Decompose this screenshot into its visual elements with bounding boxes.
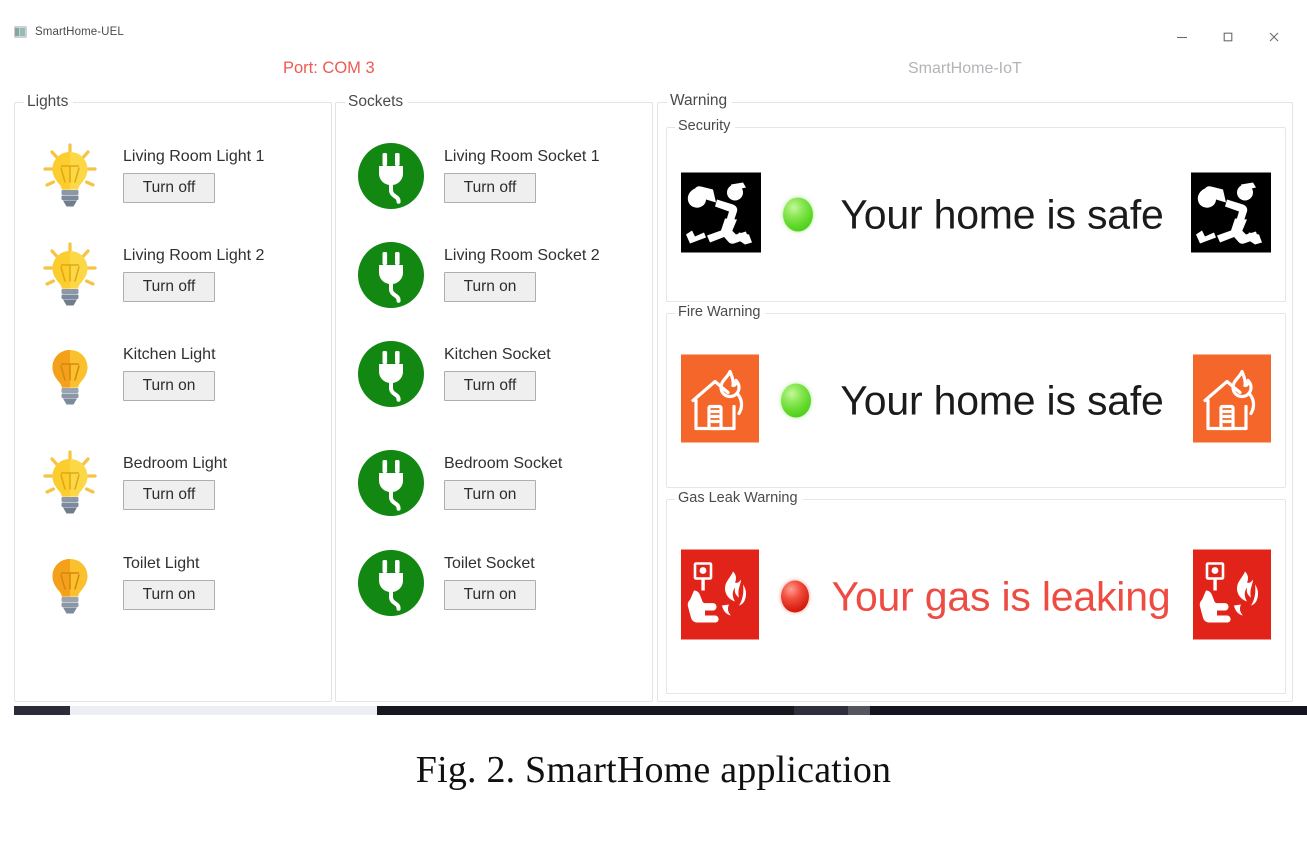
socket-row-living-room-1: Living Room Socket 1 Turn off	[350, 135, 640, 227]
warning-panel-title: Warning	[667, 91, 733, 111]
light-toggle-button[interactable]: Turn off	[123, 480, 215, 510]
socket-toggle-button[interactable]: Turn off	[444, 173, 536, 203]
sockets-panel: Sockets Living Room Socket 1 Turn off Li…	[335, 92, 653, 702]
light-info-bedroom: Bedroom Light Turn off	[111, 442, 227, 510]
security-status-text: Your home is safe	[840, 191, 1164, 238]
light-info-toilet: Toilet Light Turn on	[111, 542, 215, 610]
light-name: Living Room Light 1	[123, 148, 265, 165]
power-plug-icon	[350, 542, 432, 624]
light-row-bedroom: Bedroom Light Turn off	[29, 442, 319, 534]
security-status-led	[783, 197, 813, 232]
close-button[interactable]	[1251, 22, 1297, 52]
warning-panel: Warning Security Your home is safe Fire …	[657, 91, 1293, 702]
window-title: SmartHome-UEL	[35, 26, 124, 38]
security-status-row: Your home is safe	[667, 172, 1285, 257]
light-toggle-button[interactable]: Turn on	[123, 371, 215, 401]
light-row-kitchen: Kitchen Light Turn on	[29, 333, 319, 425]
title-bar-left: SmartHome-UEL	[14, 26, 124, 38]
maximize-button[interactable]	[1205, 22, 1251, 52]
socket-name: Living Room Socket 1	[444, 148, 600, 165]
app-icon	[14, 26, 27, 38]
fire-warning-group: Fire Warning Your home is safe	[666, 303, 1286, 488]
light-row-living-room-1: Living Room Light 1 Turn off	[29, 135, 319, 227]
power-plug-icon	[350, 234, 432, 316]
fire-status-led	[781, 383, 811, 418]
security-group-title: Security	[675, 117, 736, 136]
socket-row-living-room-2: Living Room Socket 2 Turn on	[350, 234, 640, 326]
socket-row-toilet: Toilet Socket Turn on	[350, 542, 640, 634]
socket-row-kitchen: Kitchen Socket Turn off	[350, 333, 640, 425]
lights-panel-title: Lights	[24, 92, 74, 112]
power-plug-icon	[350, 442, 432, 524]
socket-toggle-button[interactable]: Turn off	[444, 371, 536, 401]
security-warning-group: Security Your home is safe	[666, 117, 1286, 302]
socket-row-bedroom: Bedroom Socket Turn on	[350, 442, 640, 534]
socket-toggle-button[interactable]: Turn on	[444, 480, 536, 510]
close-icon	[1268, 31, 1280, 43]
title-bar: SmartHome-UEL	[0, 26, 1307, 54]
light-name: Living Room Light 2	[123, 247, 265, 264]
gas-group-title: Gas Leak Warning	[675, 489, 803, 508]
light-bulb-on-icon	[29, 442, 111, 524]
lights-panel: Lights Living Room Light 1 Turn off Livi…	[14, 92, 332, 702]
light-bulb-on-icon	[29, 234, 111, 316]
socket-name: Bedroom Socket	[444, 455, 563, 472]
light-row-toilet: Toilet Light Turn on	[29, 542, 319, 634]
socket-info-toilet: Toilet Socket Turn on	[432, 542, 536, 610]
light-toggle-button[interactable]: Turn off	[123, 173, 215, 203]
light-bulb-off-icon	[29, 542, 111, 624]
house-fire-icon	[681, 354, 759, 447]
smarthome-app-window: SmartHome-UEL Port: COM 3 SmartHome-IoT	[0, 0, 1307, 715]
power-plug-icon	[350, 333, 432, 415]
house-fire-icon	[1193, 354, 1271, 447]
socket-info-bedroom: Bedroom Socket Turn on	[432, 442, 562, 510]
socket-name: Toilet Socket	[444, 555, 535, 572]
sockets-panel-title: Sockets	[345, 92, 409, 112]
window-bottom-edge	[0, 706, 1307, 715]
gas-status-row: Your gas is leaking	[667, 549, 1285, 644]
minimize-button[interactable]	[1159, 22, 1205, 52]
socket-name: Living Room Socket 2	[444, 247, 600, 264]
socket-name: Kitchen Socket	[444, 346, 551, 363]
gas-status-led	[781, 580, 809, 613]
power-plug-icon	[350, 135, 432, 217]
maximize-icon	[1222, 31, 1234, 43]
gas-status-text: Your gas is leaking	[831, 573, 1171, 620]
socket-info-living-room-2: Living Room Socket 2 Turn on	[432, 234, 600, 302]
light-info-living-room-1: Living Room Light 1 Turn off	[111, 135, 264, 203]
burglar-icon	[1191, 172, 1271, 257]
fire-group-title: Fire Warning	[675, 303, 766, 322]
light-toggle-button[interactable]: Turn off	[123, 272, 215, 302]
light-info-kitchen: Kitchen Light Turn on	[111, 333, 216, 401]
light-name: Kitchen Light	[123, 346, 216, 363]
fire-status-text: Your home is safe	[840, 377, 1164, 424]
burglar-icon	[681, 172, 761, 257]
figure-caption: Fig. 2. SmartHome application	[415, 749, 892, 791]
light-bulb-on-icon	[29, 135, 111, 217]
socket-info-living-room-1: Living Room Socket 1 Turn off	[432, 135, 600, 203]
app-subtitle-label: SmartHome-IoT	[908, 60, 1022, 77]
port-status-label: Port: COM 3	[283, 59, 375, 77]
light-row-living-room-2: Living Room Light 2 Turn off	[29, 234, 319, 326]
window-controls	[1159, 22, 1297, 52]
socket-toggle-button[interactable]: Turn on	[444, 580, 536, 610]
fire-alarm-call-point-icon	[681, 549, 759, 644]
light-info-living-room-2: Living Room Light 2 Turn off	[111, 234, 264, 302]
socket-info-kitchen: Kitchen Socket Turn off	[432, 333, 551, 401]
light-toggle-button[interactable]: Turn on	[123, 580, 215, 610]
fire-alarm-call-point-icon	[1193, 549, 1271, 644]
light-bulb-off-icon	[29, 333, 111, 415]
fire-status-row: Your home is safe	[667, 354, 1285, 447]
light-name: Toilet Light	[123, 555, 200, 572]
gas-leak-warning-group: Gas Leak Warning Your gas is leaking	[666, 489, 1286, 694]
minimize-icon	[1176, 31, 1188, 43]
socket-toggle-button[interactable]: Turn on	[444, 272, 536, 302]
light-name: Bedroom Light	[123, 455, 228, 472]
